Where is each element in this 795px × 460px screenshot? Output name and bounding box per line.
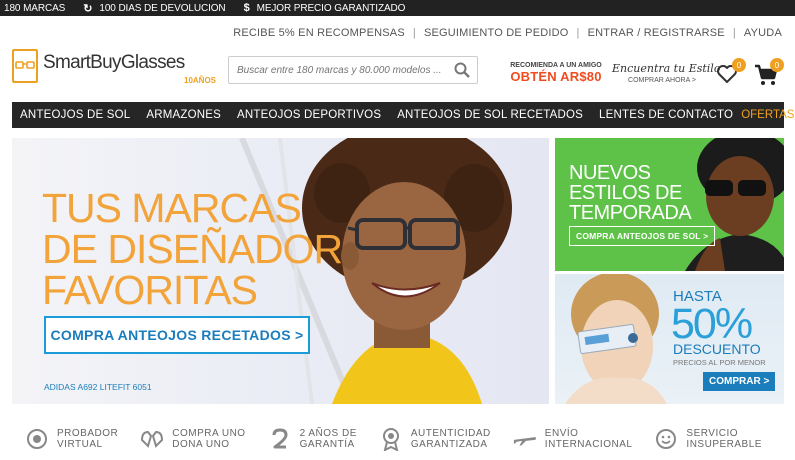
feature-warranty[interactable]: 2 AÑOS DE GARANTÍA xyxy=(268,427,357,451)
help-link[interactable]: AYUDA xyxy=(744,27,782,39)
promo-amount: OBTÉN AR$80 xyxy=(510,69,602,84)
two-icon xyxy=(268,427,292,451)
award-icon xyxy=(379,427,403,451)
feature-line: PROBADOR xyxy=(57,428,119,439)
feature-customer-service[interactable]: SERVICIO INSUPERABLE xyxy=(654,427,762,451)
refresh-icon: ↻ xyxy=(83,2,93,15)
hero-headline-line: TUS MARCAS xyxy=(42,185,302,231)
feature-line: COMPRA UNO xyxy=(172,428,246,439)
feature-line: DONA UNO xyxy=(172,439,230,450)
camera-icon xyxy=(25,427,49,451)
feature-buy-one-give-one[interactable]: COMPRA UNO DONA UNO xyxy=(140,427,245,451)
cart-button[interactable]: 0 xyxy=(754,58,784,90)
promo-title: Encuentra tu Estilo xyxy=(612,62,721,75)
feature-label: PROBADOR VIRTUAL xyxy=(57,428,118,450)
order-tracking-link[interactable]: SEGUIMIENTO DE PEDIDO xyxy=(424,27,569,39)
new-styles-banner[interactable]: NUEVOS ESTILOS DE TEMPORADA COMPRA ANTEO… xyxy=(555,138,784,271)
banner-headline-line: ESTILOS DE xyxy=(569,182,682,204)
feature-label: 2 AÑOS DE GARANTÍA xyxy=(300,428,357,450)
logo-wordmark: SmartBuyGlasses xyxy=(43,52,185,73)
feature-authenticity[interactable]: AUTENTICIDAD GARANTIZADA xyxy=(379,427,491,451)
divider: | xyxy=(412,27,416,39)
feature-international-shipping[interactable]: ENVÍO INTERNACIONAL xyxy=(513,427,633,451)
banner-headline-line: TEMPORADA xyxy=(569,202,692,224)
shop-prescription-glasses-button[interactable]: COMPRA ANTEOJOS RECETADOS > xyxy=(44,316,310,354)
banner-headline-line: NUEVOS xyxy=(569,162,651,184)
nav-offers[interactable]: OFERTAS xyxy=(741,109,794,121)
cart-count-badge: 0 xyxy=(770,58,784,72)
wishlist-button[interactable]: 0 xyxy=(716,58,746,90)
logo-anniversary: 10AÑOS xyxy=(184,76,217,85)
top-info-bar: 180 MARCAS ↻ 100 DIAS DE DEVOLUCION $ ME… xyxy=(0,0,795,16)
wishlist-count-badge: 0 xyxy=(732,58,746,72)
search-bar xyxy=(228,56,478,84)
feature-label: AUTENTICIDAD GARANTIZADA xyxy=(411,428,491,450)
feature-line: SERVICIO xyxy=(686,428,739,439)
nav-contact-lenses[interactable]: LENTES DE CONTACTO xyxy=(599,109,733,121)
nav-frames[interactable]: ARMAZONES xyxy=(146,109,221,121)
hands-icon xyxy=(140,427,164,451)
topbar-item-label: MEJOR PRECIO GARANTIZADO xyxy=(256,2,406,14)
nav-sunglasses[interactable]: ANTEOJOS DE SOL xyxy=(20,109,130,121)
hero-product-caption: ADIDAS A692 LITEFIT 6051 xyxy=(44,382,152,392)
feature-line: GARANTIZADA xyxy=(410,439,488,450)
hero-banner[interactable]: TUS MARCAS DE DISEÑADOR FAVORITAS COMPRA… xyxy=(12,138,549,404)
feature-line: ENVÍO xyxy=(544,428,579,439)
feature-line: GARANTÍA xyxy=(299,439,355,450)
hero-headline-line: FAVORITAS xyxy=(42,267,258,313)
hero-headline-line: DE DISEÑADOR xyxy=(42,226,343,272)
feature-line: AUTENTICIDAD xyxy=(410,428,491,439)
promo-link: COMPRAR AHORA > xyxy=(628,77,696,84)
rewards-link[interactable]: RECIBE 5% EN RECOMPENSAS xyxy=(233,27,405,39)
feature-label: ENVÍO INTERNACIONAL xyxy=(545,428,633,450)
login-register-link[interactable]: ENTRAR / REGISTRARSE xyxy=(588,27,725,39)
divider: | xyxy=(732,27,736,39)
discount-word: DESCUENTO xyxy=(673,341,761,357)
search-button[interactable] xyxy=(447,57,477,83)
dollar-icon: $ xyxy=(243,2,250,14)
feature-label: COMPRA UNO DONA UNO xyxy=(172,428,245,450)
features-row: PROBADOR VIRTUAL COMPRA UNO DONA UNO 2 AÑO… xyxy=(0,418,795,460)
feature-label: SERVICIO INSUPERABLE xyxy=(686,428,762,450)
feature-virtual-try-on[interactable]: PROBADOR VIRTUAL xyxy=(25,427,118,451)
topbar-item-label: 100 DIAS DE DEVOLUCION xyxy=(99,2,226,14)
refer-friend-promo[interactable]: RECOMIENDA A UN AMIGO OBTÉN AR$80 xyxy=(507,62,605,84)
find-style-promo[interactable]: Encuentra tu Estilo COMPRAR AHORA > xyxy=(612,62,721,84)
smile-icon xyxy=(654,427,678,451)
hero-headline: TUS MARCAS DE DISEÑADOR FAVORITAS xyxy=(42,185,343,313)
nav-sports-glasses[interactable]: ANTEOJOS DEPORTIVOS xyxy=(237,109,381,121)
feature-line: INTERNACIONAL xyxy=(544,439,633,450)
plane-icon xyxy=(513,427,537,451)
feature-line: INSUPERABLE xyxy=(686,439,762,450)
search-input[interactable] xyxy=(229,57,447,83)
utility-links: RECIBE 5% EN RECOMPENSAS | SEGUIMIENTO D… xyxy=(233,27,782,39)
main-navigation: ANTEOJOS DE SOL ARMAZONES ANTEOJOS DEPOR… xyxy=(12,102,794,128)
logo-glasses-icon xyxy=(12,49,38,83)
topbar-item-price: $ MEJOR PRECIO GARANTIZADO xyxy=(244,2,406,14)
feature-line: VIRTUAL xyxy=(57,439,103,450)
topbar-item-brands: 180 MARCAS xyxy=(4,3,65,14)
search-icon xyxy=(454,62,470,78)
nav-prescription-sunglasses[interactable]: ANTEOJOS DE SOL RECETADOS xyxy=(397,109,583,121)
divider: | xyxy=(576,27,580,39)
banner-headline: NUEVOS ESTILOS DE TEMPORADA xyxy=(569,162,692,224)
discount-banner[interactable]: HASTA 50% DESCUENTO PRECIOS AL POR MENOR… xyxy=(555,274,784,404)
site-logo[interactable]: SmartBuyGlasses 10AÑOS xyxy=(12,49,216,85)
feature-line: 2 AÑOS DE xyxy=(299,428,357,439)
shop-sunglasses-button[interactable]: COMPRA ANTEOJOS DE SOL > xyxy=(569,226,716,246)
buy-button[interactable]: COMPRAR > xyxy=(703,372,776,391)
promo-line: RECOMIENDA A UN AMIGO xyxy=(510,62,602,69)
topbar-item-returns: ↻ 100 DIAS DE DEVOLUCION xyxy=(83,2,225,15)
topbar-item-label: 180 MARCAS xyxy=(4,2,66,14)
discount-note: PRECIOS AL POR MENOR xyxy=(673,358,766,367)
